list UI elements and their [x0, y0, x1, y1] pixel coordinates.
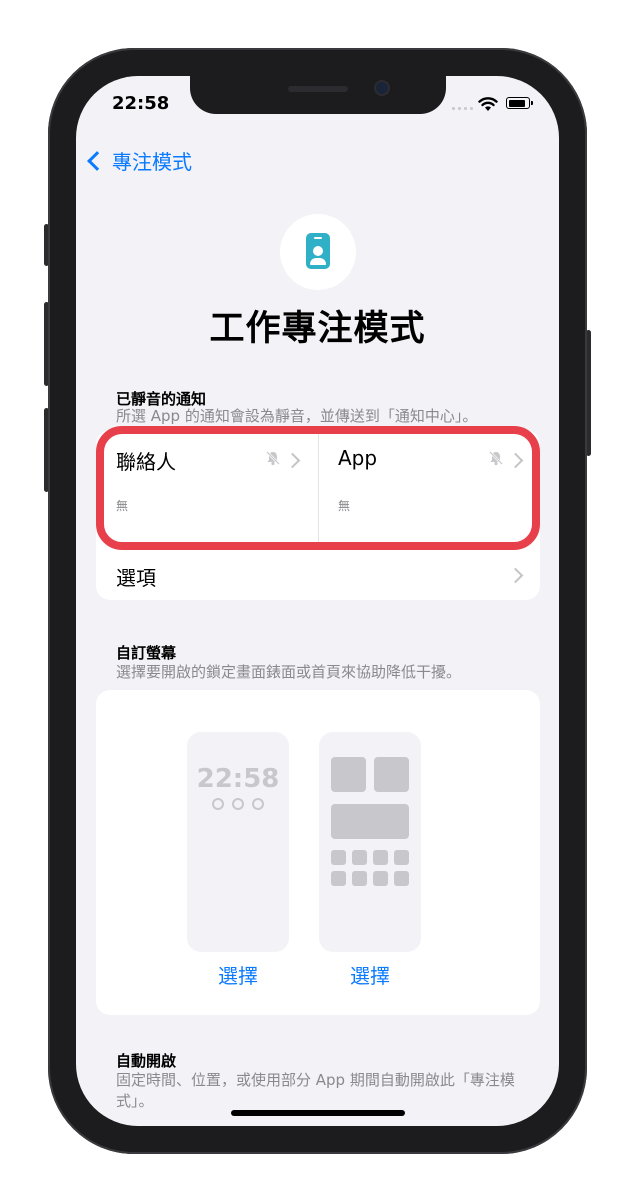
app-icon-placeholder — [352, 850, 367, 865]
back-button[interactable]: 專注模式 — [86, 146, 192, 175]
widget-circle — [252, 798, 264, 810]
section-header-custom-screens: 自訂螢幕 — [116, 644, 177, 662]
status-time: 22:58 — [112, 93, 170, 114]
back-label: 專注模式 — [112, 150, 192, 174]
notch — [190, 76, 446, 114]
battery-icon — [506, 97, 533, 109]
app-icon-placeholder — [394, 850, 409, 865]
app-icon-placeholder — [331, 850, 346, 865]
page-title: 工作專注模式 — [209, 309, 426, 349]
person-badge-icon — [306, 233, 330, 269]
cellular-signal-icon — [452, 107, 473, 110]
section-desc-custom-screens: 選擇要開啟的鎖定畫面錶面或首頁來協助降低干擾。 — [116, 663, 462, 681]
section-desc-auto: 固定時間、位置，或使用部分 App 期間自動開啟此「專注模式」。 — [116, 1071, 515, 1110]
home-screen-preview[interactable] — [319, 732, 421, 952]
widget-block-wide — [331, 804, 409, 839]
choose-home-screen-button[interactable]: 選擇 — [319, 960, 421, 989]
widget-block — [374, 757, 409, 792]
home-indicator[interactable] — [231, 1110, 405, 1116]
wifi-icon — [478, 97, 498, 111]
options-label: 選項 — [116, 566, 156, 590]
app-icon-placeholder — [331, 871, 346, 886]
custom-screens-card — [96, 690, 540, 1015]
chevron-right-icon — [507, 567, 524, 584]
lock-screen-preview[interactable]: 22:58 — [187, 732, 289, 952]
app-icon-placeholder — [373, 850, 388, 865]
choose-lock-screen-button[interactable]: 選擇 — [187, 960, 289, 989]
app-icon-placeholder — [373, 871, 388, 886]
chevron-left-icon — [87, 150, 107, 171]
app-icon-placeholder — [352, 871, 367, 886]
highlight-annotation — [96, 426, 540, 550]
earpiece-speaker — [288, 86, 348, 92]
section-desc-silenced: 所選 App 的通知會設為靜音，並傳送到「通知中心」。 — [116, 407, 478, 425]
lock-screen-time: 22:58 — [196, 764, 280, 794]
widget-block — [331, 757, 366, 792]
options-row[interactable]: 選項 — [96, 550, 540, 598]
front-camera — [376, 82, 388, 94]
widget-circle — [232, 798, 244, 810]
work-focus-icon — [280, 214, 356, 290]
app-icon-placeholder — [394, 871, 409, 886]
screen: 22:58 專注模式 工作專注模式 已靜音的通知 所選 App 的通知會設為靜音… — [76, 76, 559, 1126]
widget-circle — [212, 798, 224, 810]
section-header-auto: 自動開啟 — [116, 1052, 177, 1070]
